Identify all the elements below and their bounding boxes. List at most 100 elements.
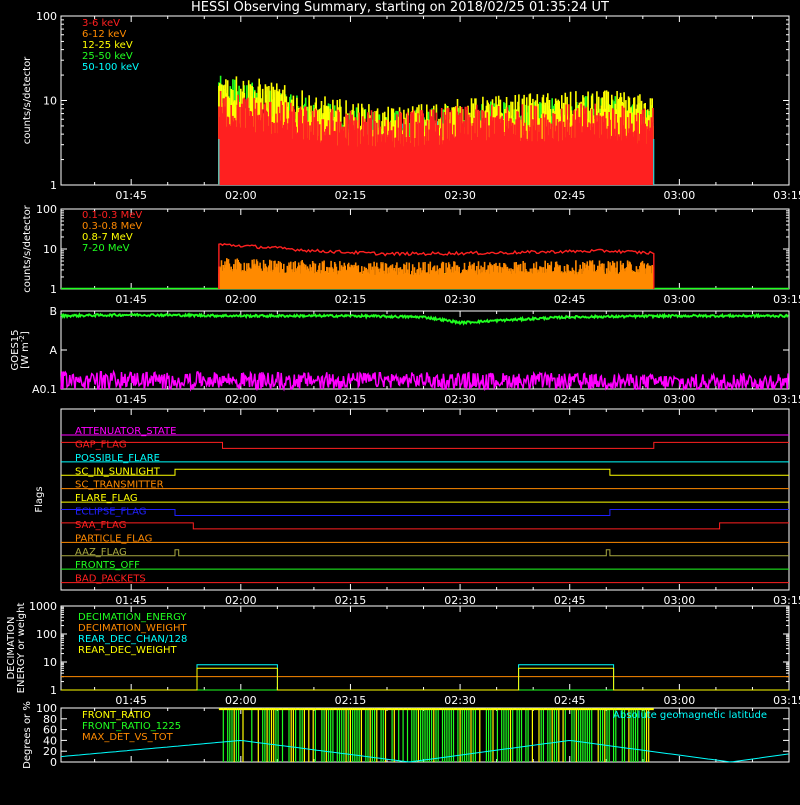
y-tick-label: B	[49, 305, 57, 318]
gamma-panel: 1 10 100 01:45 02:00 02:15 02:30 02:45 03:00 03:1…	[22, 203, 800, 306]
x-tick-label: 03:15	[773, 694, 800, 707]
legend-entry: REAR_DEC_WEIGHT	[78, 645, 177, 656]
flag-line	[61, 522, 789, 530]
legend-entry: 50-100 keV	[82, 62, 139, 73]
legend-entry: 0.8-7 MeV	[82, 232, 133, 243]
legend-entry: DECIMATION_WEIGHT	[78, 623, 187, 634]
y-axis-label: ENERGY or weight	[16, 603, 27, 694]
x-tick-label: 02:15	[335, 393, 367, 406]
y-tick-label: 100	[36, 702, 57, 715]
x-tick-label: 02:00	[225, 393, 257, 406]
series-bars-1	[218, 258, 654, 289]
y-axis-label: counts/s/detector	[22, 56, 33, 144]
flag-label: SAA_FLAG	[75, 520, 126, 531]
x-tick-label: 02:15	[335, 189, 367, 202]
x-tick-label: 02:45	[554, 293, 586, 306]
series-line-0	[60, 312, 789, 326]
flag-label: GAP_FLAG	[75, 439, 127, 450]
flag-line	[61, 509, 789, 516]
x-tick-label: 02:15	[335, 594, 367, 607]
flag-label: AAZ_FLAG	[75, 547, 127, 558]
x-tick-label: 03:00	[664, 189, 696, 202]
flag-label: SC_TRANSMITTER	[75, 480, 164, 491]
legend-entry: 25-50 keV	[82, 51, 133, 62]
flag-label: PARTICLE_FLAG	[75, 533, 152, 544]
x-tick-label: 03:15	[773, 594, 800, 607]
legend-entry: FRONT_RATIO	[82, 710, 151, 721]
y-tick-label: 1	[50, 283, 57, 296]
ratios-panel: Degrees or % 020406080100FRONT_RATIOFRONT…	[22, 701, 790, 769]
flag-line	[61, 549, 789, 557]
x-tick-label: 01:45	[115, 594, 147, 607]
x-tick-label: 03:00	[664, 393, 696, 406]
flag-line	[61, 468, 789, 476]
y-tick-label: 100	[36, 203, 57, 216]
x-tick-label: 02:45	[554, 594, 586, 607]
y-tick-label: 100	[36, 628, 57, 641]
flag-label: SC_IN_SUNLIGHT	[75, 466, 161, 477]
legend-entry: FRONT_RATIO_1225	[82, 721, 181, 732]
x-tick-label: 02:30	[444, 189, 476, 202]
figure-title: HESSI Observing Summary, starting on 201…	[191, 0, 609, 15]
x-tick-label: 03:15	[773, 189, 800, 202]
y-axis-label: counts/s/detector	[22, 204, 33, 292]
legend-entry: MAX_DET_VS_TOT	[82, 732, 174, 743]
flag-label: BAD_PACKETS	[75, 574, 146, 585]
y-tick-label: A0.1	[32, 383, 57, 396]
legend-entry: 3-6 keV	[82, 18, 120, 29]
x-tick-label: 01:45	[115, 694, 147, 707]
flag-label: FRONTS_OFF	[75, 560, 140, 571]
observing-summary-figure: HESSI Observing Summary, starting on 201…	[0, 0, 800, 800]
flag-label: FLARE_FLAG	[75, 493, 138, 504]
x-tick-label: 03:00	[664, 694, 696, 707]
flag-line	[61, 441, 789, 449]
y-axis-label-units: [W m-2]	[18, 331, 31, 369]
x-tick-label: 01:45	[115, 189, 147, 202]
x-tick-label: 02:00	[225, 694, 257, 707]
plot-canvas: 1 10 100 01:45 02:00 02:15 02:30 02:45 03:00 03:1…	[6, 10, 800, 769]
x-tick-label: 03:00	[664, 594, 696, 607]
legend-entry: 6-12 keV	[82, 29, 126, 40]
legend-entry: Absolute geomagnetic latitude	[613, 710, 767, 721]
flags-panel: 01:45 02:00 02:15 02:30 02:45 03:00 03:15 Flags…	[34, 408, 800, 607]
legend-entry: 0.1-0.3 MeV	[82, 210, 142, 221]
x-tick-label: 02:00	[225, 293, 257, 306]
y-tick-label: 10	[43, 243, 57, 256]
flag-label: ATTENUATOR_STATE	[75, 426, 176, 437]
x-tick-label: 02:45	[554, 189, 586, 202]
x-tick-label: 02:30	[444, 694, 476, 707]
y-tick-label: 10	[43, 95, 57, 108]
x-tick-label: 01:45	[115, 293, 147, 306]
flag-label: ECLIPSE_FLAG	[75, 507, 146, 518]
legend-entry: DECIMATION_ENERGY	[78, 612, 187, 623]
goes-frame	[60, 310, 790, 390]
xray-panel: 11010001:45 02:00 02:15 02:30 02:45 03:00 03:1…	[22, 10, 800, 202]
x-tick-label: 02:15	[335, 694, 367, 707]
x-tick-label: 02:00	[225, 189, 257, 202]
x-tick-label: 02:30	[444, 293, 476, 306]
x-tick-label: 02:00	[225, 594, 257, 607]
y-tick-label: 1	[50, 179, 57, 192]
y-tick-label: 10	[43, 656, 57, 669]
legend-entry: 0.3-0.8 MeV	[82, 221, 142, 232]
x-tick-label: 02:30	[444, 594, 476, 607]
x-tick-label: 02:15	[335, 293, 367, 306]
x-tick-label: 02:45	[554, 694, 586, 707]
y-axis-label: Degrees or %	[22, 701, 33, 769]
x-tick-label: 02:30	[444, 393, 476, 406]
y-axis-label: Flags	[34, 486, 45, 512]
flag-label: POSSIBLE_FLARE	[75, 453, 160, 464]
x-tick-label: 01:45	[115, 393, 147, 406]
y-tick-label: A	[49, 344, 57, 357]
legend-entry: REAR_DEC_CHAN/128	[78, 634, 187, 645]
series-bars-0	[233, 708, 650, 762]
x-tick-label: 03:00	[664, 293, 696, 306]
legend-entry: 12-25 keV	[82, 40, 133, 51]
legend-entry: 7-20 MeV	[82, 243, 130, 254]
x-tick-label: 03:15	[773, 393, 800, 406]
y-tick-label: 1000	[29, 600, 57, 613]
x-tick-label: 03:15	[773, 293, 800, 306]
x-tick-label: 02:45	[554, 393, 586, 406]
y-tick-label: 1	[50, 684, 57, 697]
goes-panel: 01:45 02:00 02:15 02:30 02:45 03:00 03:15 B A A0.…	[10, 305, 800, 406]
